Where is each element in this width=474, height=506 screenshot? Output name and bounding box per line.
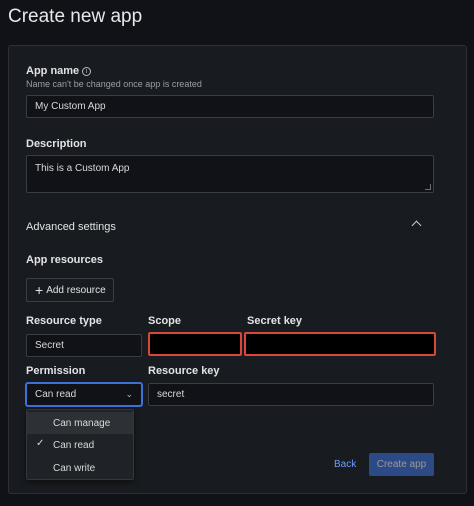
menu-item-label: Can manage [53, 417, 111, 429]
app-name-description: Name can't be changed once app is create… [26, 79, 202, 89]
page-title: Create new app [8, 6, 143, 27]
chevron-up-icon [411, 220, 422, 231]
permission-dropdown-menu: Can manage ✓ Can read Can write [26, 409, 134, 480]
app-name-label: App name i [26, 65, 92, 77]
app-name-value: My Custom App [35, 101, 106, 112]
check-icon: ✓ [36, 438, 45, 449]
resource-key-value: secret [157, 389, 185, 400]
resource-type-select[interactable]: Secret [26, 334, 142, 357]
resize-handle[interactable] [425, 184, 431, 190]
scope-label: Scope [148, 315, 182, 327]
description-textarea[interactable]: This is a Custom App [26, 155, 434, 193]
permission-label: Permission [26, 365, 86, 377]
plus-icon: + [35, 282, 44, 298]
menu-item-can-write[interactable]: Can write [27, 457, 133, 479]
resource-type-label: Resource type [26, 315, 102, 327]
menu-item-label: Can read [53, 439, 95, 451]
add-resource-label: Add resource [46, 284, 106, 296]
menu-item-label: Can write [53, 462, 96, 474]
back-button[interactable]: Back [334, 459, 356, 470]
description-value: This is a Custom App [35, 163, 130, 174]
info-icon[interactable]: i [82, 67, 92, 76]
app-name-input[interactable]: My Custom App [26, 95, 434, 118]
resource-type-value: Secret [35, 340, 64, 351]
permission-value: Can read [35, 389, 77, 400]
chevron-down-icon: ⌄ [125, 389, 133, 399]
advanced-settings-toggle[interactable]: Advanced settings [26, 217, 434, 233]
resource-key-label: Resource key [148, 365, 220, 377]
app-resources-label: App resources [26, 254, 104, 266]
secret-key-input-redacted[interactable] [244, 332, 436, 356]
description-label: Description [26, 138, 87, 150]
permission-select[interactable]: Can read ⌄ [26, 383, 142, 406]
secret-key-label: Secret key [247, 315, 303, 327]
create-app-button[interactable]: Create app [369, 453, 434, 476]
resource-key-input[interactable]: secret [148, 383, 434, 406]
add-resource-button[interactable]: + Add resource [26, 278, 114, 302]
menu-item-can-manage[interactable]: Can manage [27, 412, 133, 434]
scope-input-redacted[interactable] [148, 332, 242, 356]
menu-item-can-read[interactable]: ✓ Can read [27, 434, 133, 456]
advanced-settings-label: Advanced settings [26, 221, 116, 233]
app-name-label-text: App name [26, 65, 80, 77]
